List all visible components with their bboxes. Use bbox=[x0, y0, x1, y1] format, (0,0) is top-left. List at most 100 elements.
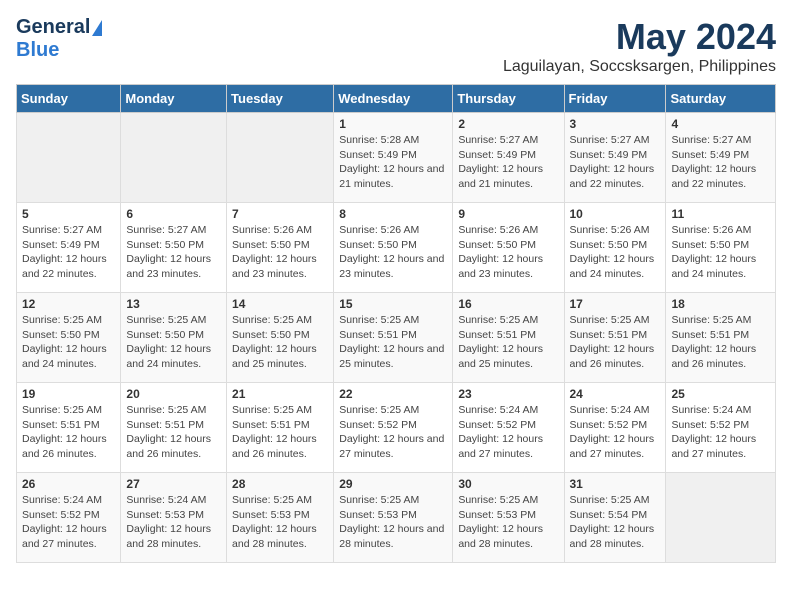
cell-info: Sunrise: 5:27 AM Sunset: 5:49 PM Dayligh… bbox=[570, 133, 661, 192]
cell-info: Sunrise: 5:25 AM Sunset: 5:51 PM Dayligh… bbox=[570, 313, 661, 372]
day-number: 26 bbox=[22, 477, 115, 491]
calendar-cell: 16Sunrise: 5:25 AM Sunset: 5:51 PM Dayli… bbox=[453, 293, 564, 383]
header: General Blue May 2024 Laguilayan, Soccsk… bbox=[16, 16, 776, 76]
day-number: 27 bbox=[126, 477, 221, 491]
calendar-cell: 20 Sunrise: 5:25 AM Sunset: 5:51 PM Dayli… bbox=[121, 383, 227, 473]
logo-general: General bbox=[16, 16, 90, 39]
day-number: 6 bbox=[126, 207, 221, 221]
calendar-cell: 2 Sunrise: 5:27 AM Sunset: 5:49 PM Daylig… bbox=[453, 113, 564, 203]
calendar-cell: 24 Sunrise: 5:24 AM Sunset: 5:52 PM Dayli… bbox=[564, 383, 666, 473]
day-number: 24 bbox=[570, 387, 661, 401]
calendar-cell: 27Sunrise: 5:24 AM Sunset: 5:53 PM Dayli… bbox=[121, 473, 227, 563]
calendar-cell: 28 Sunrise: 5:25 AM Sunset: 5:53 PM Dayli… bbox=[227, 473, 334, 563]
cell-info: Sunrise: 5:25 AM Sunset: 5:53 PM Dayligh… bbox=[232, 493, 328, 552]
cell-info: Sunrise: 5:24 AM Sunset: 5:52 PM Dayligh… bbox=[570, 403, 661, 462]
day-number: 21 bbox=[232, 387, 328, 401]
week-row-1: 1 Sunrise: 5:28 AM Sunset: 5:49 PM Daylig… bbox=[17, 113, 776, 203]
cell-info: Sunrise: 5:24 AM Sunset: 5:52 PM Dayligh… bbox=[22, 493, 115, 552]
calendar-cell: 1 Sunrise: 5:28 AM Sunset: 5:49 PM Daylig… bbox=[334, 113, 453, 203]
calendar-cell: 6Sunrise: 5:27 AM Sunset: 5:50 PM Daylig… bbox=[121, 203, 227, 293]
day-number: 11 bbox=[671, 207, 770, 221]
day-number: 8 bbox=[339, 207, 447, 221]
day-number: 7 bbox=[232, 207, 328, 221]
day-number: 31 bbox=[570, 477, 661, 491]
cell-info: Sunrise: 5:28 AM Sunset: 5:49 PM Dayligh… bbox=[339, 133, 447, 192]
week-row-5: 26 Sunrise: 5:24 AM Sunset: 5:52 PM Dayli… bbox=[17, 473, 776, 563]
day-number: 15 bbox=[339, 297, 447, 311]
calendar-cell: 13Sunrise: 5:25 AM Sunset: 5:50 PM Dayli… bbox=[121, 293, 227, 383]
calendar-cell: 14 Sunrise: 5:25 AM Sunset: 5:50 PM Dayli… bbox=[227, 293, 334, 383]
cell-info: Sunrise: 5:25 AM Sunset: 5:51 PM Dayligh… bbox=[339, 313, 447, 372]
col-header-thursday: Thursday bbox=[453, 85, 564, 113]
calendar-cell bbox=[227, 113, 334, 203]
day-number: 12 bbox=[22, 297, 115, 311]
day-number: 13 bbox=[126, 297, 221, 311]
week-row-3: 12 Sunrise: 5:25 AM Sunset: 5:50 PM Dayli… bbox=[17, 293, 776, 383]
calendar-cell: 11 Sunrise: 5:26 AM Sunset: 5:50 PM Dayli… bbox=[666, 203, 776, 293]
cell-info: Sunrise: 5:25 AM Sunset: 5:51 PM Dayligh… bbox=[232, 403, 328, 462]
calendar-cell: 9 Sunrise: 5:26 AM Sunset: 5:50 PM Daylig… bbox=[453, 203, 564, 293]
title-block: May 2024 Laguilayan, Soccsksargen, Phili… bbox=[503, 16, 776, 76]
calendar-table: SundayMondayTuesdayWednesdayThursdayFrid… bbox=[16, 84, 776, 563]
calendar-cell: 30 Sunrise: 5:25 AM Sunset: 5:53 PM Dayli… bbox=[453, 473, 564, 563]
page-title: May 2024 bbox=[503, 16, 776, 58]
col-header-saturday: Saturday bbox=[666, 85, 776, 113]
col-header-tuesday: Tuesday bbox=[227, 85, 334, 113]
header-row: SundayMondayTuesdayWednesdayThursdayFrid… bbox=[17, 85, 776, 113]
cell-info: Sunrise: 5:25 AM Sunset: 5:53 PM Dayligh… bbox=[458, 493, 558, 552]
cell-info: Sunrise: 5:25 AM Sunset: 5:54 PM Dayligh… bbox=[570, 493, 661, 552]
day-number: 9 bbox=[458, 207, 558, 221]
cell-info: Sunrise: 5:24 AM Sunset: 5:52 PM Dayligh… bbox=[458, 403, 558, 462]
day-number: 16 bbox=[458, 297, 558, 311]
day-number: 30 bbox=[458, 477, 558, 491]
calendar-cell: 26 Sunrise: 5:24 AM Sunset: 5:52 PM Dayli… bbox=[17, 473, 121, 563]
cell-info: Sunrise: 5:25 AM Sunset: 5:51 PM Dayligh… bbox=[671, 313, 770, 372]
day-number: 10 bbox=[570, 207, 661, 221]
day-number: 18 bbox=[671, 297, 770, 311]
cell-info: Sunrise: 5:26 AM Sunset: 5:50 PM Dayligh… bbox=[671, 223, 770, 282]
day-number: 28 bbox=[232, 477, 328, 491]
week-row-2: 5 Sunrise: 5:27 AM Sunset: 5:49 PM Daylig… bbox=[17, 203, 776, 293]
calendar-cell: 31 Sunrise: 5:25 AM Sunset: 5:54 PM Dayli… bbox=[564, 473, 666, 563]
calendar-cell: 23Sunrise: 5:24 AM Sunset: 5:52 PM Dayli… bbox=[453, 383, 564, 473]
day-number: 3 bbox=[570, 117, 661, 131]
calendar-cell: 21 Sunrise: 5:25 AM Sunset: 5:51 PM Dayli… bbox=[227, 383, 334, 473]
calendar-cell: 22Sunrise: 5:25 AM Sunset: 5:52 PM Dayli… bbox=[334, 383, 453, 473]
cell-info: Sunrise: 5:25 AM Sunset: 5:50 PM Dayligh… bbox=[22, 313, 115, 372]
calendar-cell: 3 Sunrise: 5:27 AM Sunset: 5:49 PM Daylig… bbox=[564, 113, 666, 203]
day-number: 5 bbox=[22, 207, 115, 221]
day-number: 17 bbox=[570, 297, 661, 311]
cell-info: Sunrise: 5:26 AM Sunset: 5:50 PM Dayligh… bbox=[232, 223, 328, 282]
cell-info: Sunrise: 5:25 AM Sunset: 5:50 PM Dayligh… bbox=[232, 313, 328, 372]
calendar-cell: 7 Sunrise: 5:26 AM Sunset: 5:50 PM Daylig… bbox=[227, 203, 334, 293]
cell-info: Sunrise: 5:26 AM Sunset: 5:50 PM Dayligh… bbox=[570, 223, 661, 282]
cell-info: Sunrise: 5:27 AM Sunset: 5:49 PM Dayligh… bbox=[458, 133, 558, 192]
calendar-cell: 4Sunrise: 5:27 AM Sunset: 5:49 PM Daylig… bbox=[666, 113, 776, 203]
cell-info: Sunrise: 5:27 AM Sunset: 5:49 PM Dayligh… bbox=[22, 223, 115, 282]
calendar-cell: 12 Sunrise: 5:25 AM Sunset: 5:50 PM Dayli… bbox=[17, 293, 121, 383]
calendar-cell: 17 Sunrise: 5:25 AM Sunset: 5:51 PM Dayli… bbox=[564, 293, 666, 383]
day-number: 19 bbox=[22, 387, 115, 401]
cell-info: Sunrise: 5:25 AM Sunset: 5:51 PM Dayligh… bbox=[126, 403, 221, 462]
logo-blue: Blue bbox=[16, 39, 59, 61]
calendar-cell: 5 Sunrise: 5:27 AM Sunset: 5:49 PM Daylig… bbox=[17, 203, 121, 293]
calendar-cell: 29Sunrise: 5:25 AM Sunset: 5:53 PM Dayli… bbox=[334, 473, 453, 563]
calendar-cell bbox=[121, 113, 227, 203]
week-row-4: 19 Sunrise: 5:25 AM Sunset: 5:51 PM Dayli… bbox=[17, 383, 776, 473]
day-number: 25 bbox=[671, 387, 770, 401]
col-header-monday: Monday bbox=[121, 85, 227, 113]
logo-triangle-icon bbox=[92, 20, 102, 36]
page-container: General Blue May 2024 Laguilayan, Soccsk… bbox=[16, 16, 776, 563]
calendar-cell: 10 Sunrise: 5:26 AM Sunset: 5:50 PM Dayli… bbox=[564, 203, 666, 293]
day-number: 1 bbox=[339, 117, 447, 131]
col-header-friday: Friday bbox=[564, 85, 666, 113]
cell-info: Sunrise: 5:25 AM Sunset: 5:52 PM Dayligh… bbox=[339, 403, 447, 462]
cell-info: Sunrise: 5:25 AM Sunset: 5:53 PM Dayligh… bbox=[339, 493, 447, 552]
cell-info: Sunrise: 5:26 AM Sunset: 5:50 PM Dayligh… bbox=[458, 223, 558, 282]
day-number: 20 bbox=[126, 387, 221, 401]
calendar-cell: 19Sunrise: 5:25 AM Sunset: 5:51 PM Dayli… bbox=[17, 383, 121, 473]
calendar-cell bbox=[17, 113, 121, 203]
day-number: 2 bbox=[458, 117, 558, 131]
day-number: 14 bbox=[232, 297, 328, 311]
calendar-cell: 8Sunrise: 5:26 AM Sunset: 5:50 PM Daylig… bbox=[334, 203, 453, 293]
